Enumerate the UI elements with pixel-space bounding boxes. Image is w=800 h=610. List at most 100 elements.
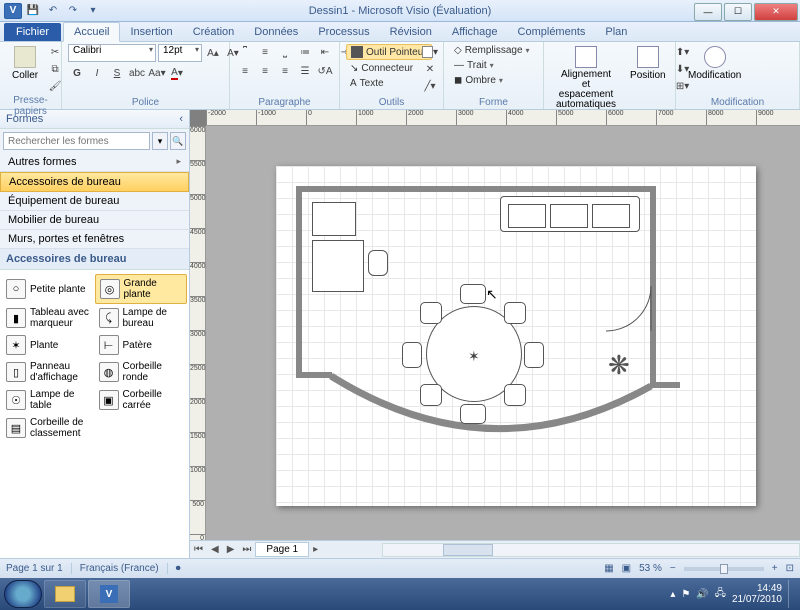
cat-office-accessories[interactable]: Accessoires de bureau <box>0 172 189 192</box>
cat-walls-doors-windows[interactable]: Murs, portes et fenêtres <box>0 230 189 249</box>
rect-tool-icon[interactable]: ▾ <box>421 44 439 60</box>
chair-nw[interactable] <box>420 302 442 324</box>
page-add-icon[interactable]: ▸ <box>309 544 322 555</box>
save-icon[interactable]: 💾 <box>24 3 42 19</box>
zoom-slider[interactable] <box>684 567 764 571</box>
collapse-icon[interactable]: ‹ <box>179 113 183 125</box>
wall-top[interactable] <box>296 186 656 192</box>
italic-button[interactable]: I <box>88 65 106 81</box>
pointer-tool-button[interactable]: Outil Pointeur <box>346 44 432 60</box>
shape-item[interactable]: ▮Tableau avec marqueur <box>2 304 95 332</box>
page-last-icon[interactable]: ⏭ <box>238 544 255 555</box>
align-left-icon[interactable]: ≡ <box>236 63 254 79</box>
record-macro-icon[interactable]: ⏺ <box>176 563 181 574</box>
tab-accueil[interactable]: Accueil <box>63 22 120 42</box>
font-name-select[interactable]: Calibri <box>68 44 156 62</box>
shape-item[interactable]: ⤹Lampe de bureau <box>95 304 188 332</box>
furn-desk[interactable] <box>312 240 364 292</box>
position-button[interactable]: Position <box>624 44 672 83</box>
shape-item[interactable]: ○Petite plante <box>2 274 95 304</box>
font-grow-icon[interactable]: A▴ <box>204 45 222 61</box>
page-prev-icon[interactable]: ◀ <box>207 544 223 555</box>
tab-donnees[interactable]: Données <box>244 23 308 41</box>
taskbar-clock[interactable]: 14:49 21/07/2010 <box>732 583 782 605</box>
shape-item[interactable]: ▣Corbeille carrée <box>95 386 188 414</box>
show-desktop-button[interactable] <box>788 580 796 608</box>
status-language[interactable]: Français (France) <box>80 563 168 574</box>
door-arc[interactable] <box>606 286 656 336</box>
shape-item[interactable]: ▤Corbeille de classement <box>2 414 95 442</box>
page-sheet[interactable]: ✶ ❋ ↖ <box>276 166 756 506</box>
fill-button[interactable]: ◇Remplissage <box>450 44 534 57</box>
shape-item[interactable]: ⊢Patère <box>95 332 188 358</box>
align-middle-icon[interactable]: ≡ <box>256 44 274 60</box>
wall-left[interactable] <box>296 186 302 376</box>
zoom-handle[interactable] <box>720 564 728 574</box>
tray-up-icon[interactable]: ▴ <box>670 589 675 600</box>
minimize-button[interactable]: — <box>694 3 722 21</box>
align-center-icon[interactable]: ≡ <box>256 63 274 79</box>
view-normal-icon[interactable]: ▦ <box>604 563 613 574</box>
align-top-icon[interactable]: ⎴ <box>236 44 254 60</box>
bullets-icon[interactable]: ≔ <box>296 44 314 60</box>
strike-button[interactable]: abc <box>128 65 146 81</box>
line-tool-icon[interactable]: ╱▾ <box>421 78 439 94</box>
delete-tool-icon[interactable]: ✕ <box>421 61 439 77</box>
modify-button[interactable]: Modification <box>682 44 747 83</box>
chair-w[interactable] <box>402 342 422 368</box>
furn-chair-desk[interactable] <box>368 250 388 276</box>
shape-item[interactable]: ☉Lampe de table <box>2 386 95 414</box>
maximize-button[interactable]: ☐ <box>724 3 752 21</box>
tray-volume-icon[interactable]: 🔊 <box>696 589 708 600</box>
justify-icon[interactable]: ☰ <box>296 63 314 79</box>
search-dropdown-icon[interactable]: ▾ <box>152 132 168 150</box>
tab-file[interactable]: Fichier <box>4 23 61 41</box>
tab-plan[interactable]: Plan <box>595 23 637 41</box>
chair-e[interactable] <box>524 342 544 368</box>
taskbar-explorer[interactable] <box>44 580 86 608</box>
zoom-value[interactable]: 53 % <box>639 563 662 574</box>
redo-icon[interactable]: ↷ <box>64 3 82 19</box>
line-button[interactable]: —Trait <box>450 59 498 72</box>
chair-ne[interactable] <box>504 302 526 324</box>
shape-item[interactable]: ◎Grande plante <box>95 274 188 304</box>
align-right-icon[interactable]: ≡ <box>276 63 294 79</box>
zoom-in-icon[interactable]: + <box>772 563 778 574</box>
chair-sw[interactable] <box>420 384 442 406</box>
indent-dec-icon[interactable]: ⇤ <box>316 44 334 60</box>
furn-plant[interactable]: ❋ <box>608 350 630 381</box>
tab-complements[interactable]: Compléments <box>508 23 596 41</box>
rotate-text-icon[interactable]: ↺A <box>316 63 334 79</box>
cat-other-shapes[interactable]: Autres formes <box>0 153 189 172</box>
tab-affichage[interactable]: Affichage <box>442 23 508 41</box>
cat-office-equipment[interactable]: Équipement de bureau <box>0 192 189 211</box>
visio-app-icon[interactable]: V <box>4 3 22 19</box>
horizontal-scrollbar[interactable] <box>382 543 800 557</box>
zoom-out-icon[interactable]: − <box>670 563 676 574</box>
chair-n[interactable] <box>460 284 486 304</box>
font-size-select[interactable]: 12pt <box>158 44 202 62</box>
tray-flag-icon[interactable]: ⚑ <box>681 589 690 600</box>
align-bottom-icon[interactable]: ⎵ <box>276 44 294 60</box>
tab-creation[interactable]: Création <box>183 23 245 41</box>
page-first-icon[interactable]: ⏮ <box>190 544 207 555</box>
bold-button[interactable]: G <box>68 65 86 81</box>
search-go-icon[interactable]: 🔍 <box>170 132 186 150</box>
chair-se[interactable] <box>504 384 526 406</box>
page-tab-1[interactable]: Page 1 <box>255 542 309 557</box>
auto-align-button[interactable]: Alignement et espacement automatiques <box>550 44 622 112</box>
font-color-button[interactable]: A▾ <box>168 65 186 81</box>
text-tool-button[interactable]: ATexte <box>346 77 388 90</box>
tab-processus[interactable]: Processus <box>308 23 379 41</box>
cat-office-furniture[interactable]: Mobilier de bureau <box>0 211 189 230</box>
fit-page-icon[interactable]: ⊡ <box>786 563 794 574</box>
close-button[interactable]: ✕ <box>754 3 798 21</box>
taskbar-visio[interactable]: V <box>88 580 130 608</box>
view-full-icon[interactable]: ▣ <box>622 563 631 574</box>
page-next-icon[interactable]: ▶ <box>223 544 239 555</box>
underline-button[interactable]: S <box>108 65 126 81</box>
shape-item[interactable]: ▯Panneau d'affichage <box>2 358 95 386</box>
shape-item[interactable]: ✶Plante <box>2 332 95 358</box>
hscroll-thumb[interactable] <box>443 544 493 556</box>
shape-item[interactable]: ◍Corbeille ronde <box>95 358 188 386</box>
